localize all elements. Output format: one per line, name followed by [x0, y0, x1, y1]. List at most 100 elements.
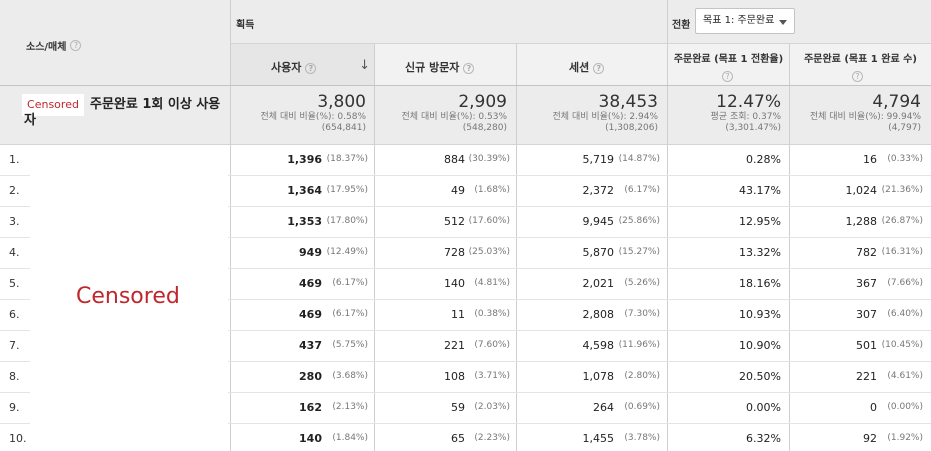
users-pct: (6.17%): [332, 309, 368, 319]
goal-select-dropdown[interactable]: 목표 1: 주문완료: [695, 8, 795, 34]
total-conv-rate-overall: (3,301.47%): [725, 123, 781, 133]
help-icon[interactable]: ?: [722, 71, 733, 82]
users-value: 1,353: [287, 215, 322, 228]
users-pct: (17.95%): [326, 185, 368, 195]
new-visitors-value: 108: [444, 370, 465, 383]
help-icon[interactable]: ?: [593, 62, 605, 74]
source-medium-header[interactable]: 소스/매체?: [26, 35, 82, 54]
completions-value: 92: [863, 432, 877, 445]
users-pct: (1.84%): [332, 433, 368, 443]
sessions-value: 4,598: [582, 339, 615, 352]
users-pct: (3.68%): [332, 371, 368, 381]
conv-rate-value: 0.00%: [746, 401, 781, 414]
new-visitors-pct: (1.68%): [474, 185, 510, 195]
total-sessions: 38,453 전체 대비 비율(%): 2.94% (1,308,206): [517, 92, 658, 134]
sort-descending-icon[interactable]: ↓: [359, 58, 370, 73]
completions-value: 367: [856, 277, 877, 290]
users-value: 162: [299, 401, 322, 414]
sessions-value: 2,021: [582, 277, 615, 290]
new-visitors-pct: (2.23%): [474, 433, 510, 443]
total-completions: 4,794 전체 대비 비율(%): 99.94% (4,797): [790, 92, 921, 134]
total-users-value: 3,800: [317, 92, 366, 112]
completions-pct: (26.87%): [881, 216, 923, 226]
completions-value: 307: [856, 308, 877, 321]
sessions-value: 5,870: [582, 246, 615, 259]
column-header-users[interactable]: 사용자? ↓: [231, 44, 374, 85]
help-icon[interactable]: ?: [70, 40, 82, 51]
sessions-pct: (15.27%): [618, 247, 660, 257]
goal-select-value: 목표 1: 주문완료: [703, 15, 775, 26]
new-visitors-pct: (3.71%): [474, 371, 510, 381]
sessions-value: 5,719: [582, 153, 615, 166]
row-number: 9.: [9, 401, 20, 414]
row-number: 5.: [9, 277, 20, 290]
sessions-value: 2,372: [582, 184, 615, 197]
total-new-visitors-share: 전체 대비 비율(%): 0.53%: [401, 112, 507, 122]
total-conv-rate: 12.47% 평균 조회: 0.37% (3,301.47%): [668, 92, 781, 134]
users-value: 437: [299, 339, 322, 352]
users-pct: (18.37%): [326, 154, 368, 164]
total-sessions-value: 38,453: [598, 92, 658, 112]
sessions-pct: (6.17%): [624, 185, 660, 195]
row-number: 1.: [9, 153, 20, 166]
new-visitors-value: 512: [444, 215, 465, 228]
users-value: 140: [299, 432, 322, 445]
help-icon[interactable]: ?: [852, 71, 863, 82]
users-value: 280: [299, 370, 322, 383]
sessions-value: 9,945: [582, 215, 615, 228]
completions-pct: (6.40%): [887, 309, 923, 319]
censored-label: Censored: [76, 284, 180, 309]
total-users: 3,800 전체 대비 비율(%): 0.58% (654,841): [231, 92, 366, 134]
row-number: 4.: [9, 246, 20, 259]
censored-source-names: Censored: [30, 146, 228, 451]
total-conv-rate-avg: 평균 조회: 0.37%: [710, 112, 781, 122]
sessions-value: 1,455: [582, 432, 615, 445]
completions-pct: (10.45%): [881, 340, 923, 350]
total-sessions-share: 전체 대비 비율(%): 2.94%: [552, 112, 658, 122]
new-visitors-value: 11: [451, 308, 465, 321]
sessions-pct: (11.96%): [618, 340, 660, 350]
new-visitors-value: 49: [451, 184, 465, 197]
help-icon[interactable]: ?: [305, 62, 317, 74]
conv-rate-value: 10.93%: [739, 308, 781, 321]
users-value: 949: [299, 246, 322, 259]
conv-rate-value: 18.16%: [739, 277, 781, 290]
users-value: 1,396: [287, 153, 322, 166]
conv-rate-value: 20.50%: [739, 370, 781, 383]
new-visitors-value: 59: [451, 401, 465, 414]
sessions-value: 1,078: [582, 370, 615, 383]
conv-rate-value: 43.17%: [739, 184, 781, 197]
total-completions-value: 4,794: [872, 92, 921, 112]
completions-pct: (16.31%): [881, 247, 923, 257]
help-icon[interactable]: ?: [463, 62, 475, 74]
new-visitors-pct: (30.39%): [468, 154, 510, 164]
conversion-group-header: 전환: [672, 13, 690, 32]
sessions-pct: (7.30%): [624, 309, 660, 319]
column-header-completions[interactable]: 주문완료 (목표 1 완료 수) ?: [790, 44, 931, 85]
completions-pct: (1.92%): [887, 433, 923, 443]
completions-value: 0: [870, 401, 877, 414]
completions-value: 16: [863, 153, 877, 166]
new-visitors-pct: (25.03%): [468, 247, 510, 257]
users-pct: (2.13%): [332, 402, 368, 412]
segment-name: 주문완료 1회 이상 사용자: [24, 97, 221, 128]
sessions-header-label: 세션: [569, 61, 590, 74]
completions-pct: (7.66%): [887, 278, 923, 288]
total-completions-overall: (4,797): [888, 123, 921, 133]
row-number: 6.: [9, 308, 20, 321]
column-header-sessions[interactable]: 세션?: [517, 44, 667, 85]
source-medium-label: 소스/매체: [26, 42, 67, 53]
conv-rate-value: 0.28%: [746, 153, 781, 166]
completions-value: 782: [856, 246, 877, 259]
sessions-pct: (0.69%): [624, 402, 660, 412]
completions-value: 1,288: [845, 215, 878, 228]
sessions-pct: (5.26%): [624, 278, 660, 288]
users-value: 1,364: [287, 184, 322, 197]
conv-rate-value: 12.95%: [739, 215, 781, 228]
total-conv-rate-value: 12.47%: [716, 92, 781, 112]
column-header-conv-rate[interactable]: 주문완료 (목표 1 전환율) ?: [668, 44, 789, 85]
users-value: 469: [299, 277, 322, 290]
new-visitors-value: 884: [444, 153, 465, 166]
column-header-new-visitors[interactable]: 신규 방문자?: [375, 44, 516, 85]
completions-pct: (0.33%): [887, 154, 923, 164]
